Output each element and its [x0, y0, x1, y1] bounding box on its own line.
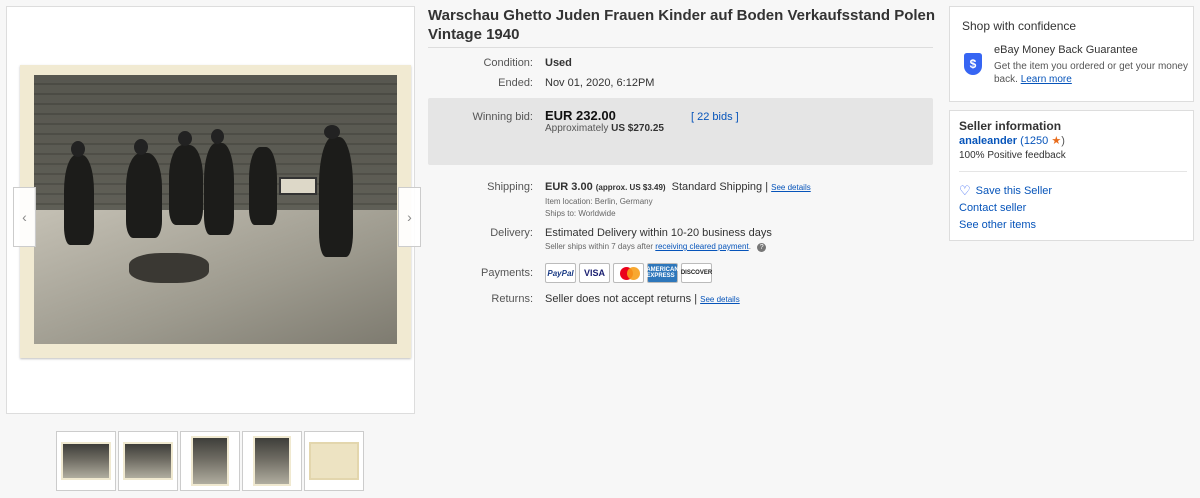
money-back-guarantee-text: Get the item you ordered or get your mon…: [994, 60, 1189, 86]
delivery-note-period: .: [748, 242, 751, 251]
paypal-icon: PayPal: [545, 263, 576, 283]
ships-to: Ships to: Worldwide: [545, 209, 616, 218]
bids-count: [ 22 bids ]: [691, 111, 739, 123]
delivery-note-text: Seller ships within 7 days after: [545, 242, 654, 251]
condition-value: Used: [545, 57, 572, 69]
visa-icon: VISA: [579, 263, 610, 283]
photo-sales-stall: [279, 177, 317, 195]
seller-divider: [959, 171, 1187, 172]
photo-figure: [249, 147, 277, 225]
next-image-button[interactable]: ›: [398, 187, 421, 247]
thumbnail-5[interactable]: [304, 431, 364, 491]
winning-bid-label: Winning bid:: [472, 111, 533, 123]
item-location: Item location: Berlin, Germany: [545, 197, 653, 206]
save-seller-button[interactable]: ♡ Save this Seller: [959, 183, 1052, 199]
item-title: Warschau Ghetto Juden Frauen Kinder auf …: [428, 7, 936, 43]
delivery-value: Estimated Delivery within 10-20 business…: [545, 227, 772, 239]
shield-icon: $: [964, 53, 982, 75]
seller-information-panel: Seller information analeander (1250 ★) 1…: [949, 110, 1194, 241]
bids-close-bracket: ]: [735, 111, 739, 123]
save-seller-label: Save this Seller: [975, 185, 1053, 197]
delivery-note: Seller ships within 7 days after receivi…: [545, 242, 767, 252]
shipping-see-details-link[interactable]: See details: [771, 183, 811, 192]
photo-figure-head: [324, 125, 340, 139]
thumbnail-1[interactable]: [56, 431, 116, 491]
delivery-label: Delivery:: [490, 227, 533, 239]
returns-see-details-link[interactable]: See details: [700, 295, 740, 304]
approx-price: Approximately US $270.25: [545, 123, 664, 134]
positive-feedback: 100% Positive feedback: [959, 150, 1066, 161]
thumbnail-image: [123, 442, 173, 480]
seller-name-link[interactable]: analeander: [959, 135, 1017, 147]
image-gallery: ‹ ›: [6, 6, 421, 414]
title-divider: [428, 47, 933, 48]
heart-icon: ♡: [959, 183, 971, 198]
cleared-payment-link[interactable]: receiving cleared payment: [655, 242, 748, 251]
bids-open-bracket: [: [691, 111, 695, 123]
chevron-right-icon: ›: [407, 209, 412, 225]
photo-figure: [126, 153, 162, 238]
seller-name-row: analeander (1250 ★): [959, 134, 1065, 147]
photo-content: [34, 75, 397, 344]
seller-info-title: Seller information: [959, 119, 1062, 133]
shipping-row: EUR 3.00 (approx. US $3.49) Standard Shi…: [545, 181, 811, 193]
mastercard-icon: [613, 263, 644, 283]
ended-label: Ended:: [498, 77, 533, 89]
returns-label: Returns:: [491, 293, 533, 305]
photo-figure-head: [211, 129, 224, 144]
money-back-guarantee-title: eBay Money Back Guarantee: [994, 44, 1138, 56]
returns-row: Seller does not accept returns | See det…: [545, 293, 740, 305]
ended-value: Nov 01, 2020, 6:12PM: [545, 77, 655, 89]
discover-icon: DISCOVER: [681, 263, 712, 283]
shipping-label: Shipping:: [487, 181, 533, 193]
winning-bid-panel: [428, 98, 933, 165]
shipping-approx: (approx. US $3.49): [595, 183, 666, 192]
thumbnail-image: [309, 442, 359, 480]
payments-label: Payments:: [481, 267, 533, 279]
returns-value: Seller does not accept returns |: [545, 293, 698, 305]
photo-figure-head: [134, 139, 148, 155]
payment-methods: PayPal VISA AMERICAN EXPRESS DISCOVER: [545, 263, 712, 283]
feedback-score-link[interactable]: (1250: [1020, 135, 1048, 147]
photo-figure-head: [71, 141, 85, 157]
shipping-cost: EUR 3.00: [545, 181, 593, 193]
winning-bid-price: EUR 232.00: [545, 108, 616, 123]
help-icon[interactable]: ?: [757, 243, 767, 252]
thumbnail-image: [61, 442, 111, 480]
thumbnail-image: [191, 436, 229, 486]
approx-usd-value: US $270.25: [611, 123, 664, 134]
photo-figure: [169, 145, 203, 225]
thumbnail-2[interactable]: [118, 431, 178, 491]
contact-seller-link[interactable]: Contact seller: [959, 202, 1026, 214]
thumbnail-4[interactable]: [242, 431, 302, 491]
photo-figure: [64, 155, 94, 245]
photo-figure: [319, 137, 353, 257]
feedback-close: ): [1061, 135, 1065, 147]
previous-image-button[interactable]: ‹: [13, 187, 36, 247]
star-icon: ★: [1051, 135, 1062, 147]
shipping-method: Standard Shipping |: [671, 181, 769, 193]
bid-history-link[interactable]: 22 bids: [697, 111, 732, 123]
thumbnail-image: [253, 436, 291, 486]
shop-with-confidence-panel: Shop with confidence $ eBay Money Back G…: [949, 6, 1194, 102]
see-other-items-link[interactable]: See other items: [959, 219, 1036, 231]
amex-icon: AMERICAN EXPRESS: [646, 263, 679, 283]
chevron-left-icon: ‹: [22, 209, 27, 225]
photo-figure-on-ground: [129, 253, 209, 283]
approx-prefix: Approximately: [545, 123, 609, 134]
thumbnail-3[interactable]: [180, 431, 240, 491]
main-item-photo[interactable]: [20, 65, 411, 358]
confidence-title: Shop with confidence: [962, 19, 1077, 33]
condition-label: Condition:: [483, 57, 533, 69]
photo-figure: [204, 143, 234, 235]
learn-more-link[interactable]: Learn more: [1021, 74, 1072, 85]
photo-figure-head: [178, 131, 192, 146]
thumbnail-strip: [56, 431, 364, 491]
